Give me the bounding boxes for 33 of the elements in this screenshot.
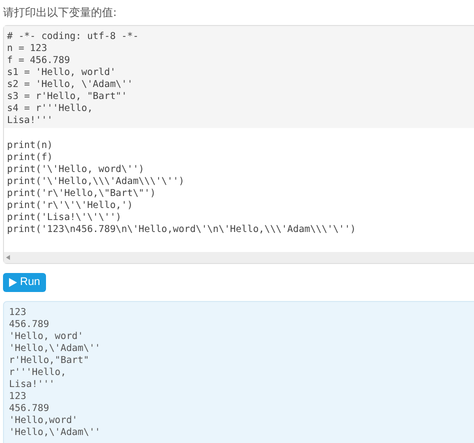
code-line: print(f) bbox=[7, 152, 53, 164]
code-line: print('\'Hello,\\\'Adam\\\'\'') bbox=[7, 176, 184, 188]
code-line: 123 bbox=[9, 391, 26, 403]
code-line: 456.789 bbox=[9, 319, 50, 331]
code-line: s3 = r'Hello, "Bart"' bbox=[7, 91, 128, 103]
horizontal-scrollbar[interactable] bbox=[4, 252, 474, 263]
code-line: 'Hello, word' bbox=[9, 331, 84, 343]
code-line: print('r\'\'\'Hello,') bbox=[7, 200, 133, 212]
code-line: 456.789 bbox=[9, 403, 50, 415]
code-line: print('r\'Hello,\"Bart\"') bbox=[7, 188, 156, 200]
run-button[interactable]: Run bbox=[3, 273, 46, 292]
code-line: # -*- coding: utf-8 -*- bbox=[7, 31, 139, 43]
code-line: print('\'Hello, word\'') bbox=[7, 164, 144, 176]
code-line: Lisa!''' bbox=[9, 379, 55, 391]
scroll-left-icon[interactable] bbox=[6, 255, 10, 260]
play-icon bbox=[9, 278, 17, 287]
code-line: r'Hello,"Bart" bbox=[9, 355, 90, 367]
code-line: r'''Hello, bbox=[9, 367, 66, 379]
code-line: 123 bbox=[9, 307, 26, 319]
code-line: f = 456.789 bbox=[7, 55, 70, 67]
code-line: s2 = 'Hello, \'Adam\'' bbox=[7, 79, 133, 91]
code-line: 'Hello,\'Adam\'' bbox=[9, 343, 101, 355]
code-line: Lisa!''' bbox=[7, 115, 53, 127]
code-editor[interactable] bbox=[3, 25, 474, 264]
instruction-text: 请打印出以下变量的值: bbox=[3, 6, 117, 20]
code-line: 'Hello,\'Adam\'' bbox=[9, 427, 101, 439]
code-line: n = 123 bbox=[7, 43, 48, 55]
code-line: s1 = 'Hello, world' bbox=[7, 67, 116, 79]
code-line: 'Hello,word' bbox=[9, 415, 78, 427]
code-line: print('123\n456.789\n\'Hello,word\'\n\'Hello,\\\'Adam\\\'\'') bbox=[7, 224, 356, 236]
code-line: print(n) bbox=[7, 140, 53, 152]
code-line: s4 = r'''Hello, bbox=[7, 103, 93, 115]
code-line: print('Lisa!\'\'\'') bbox=[7, 212, 122, 224]
